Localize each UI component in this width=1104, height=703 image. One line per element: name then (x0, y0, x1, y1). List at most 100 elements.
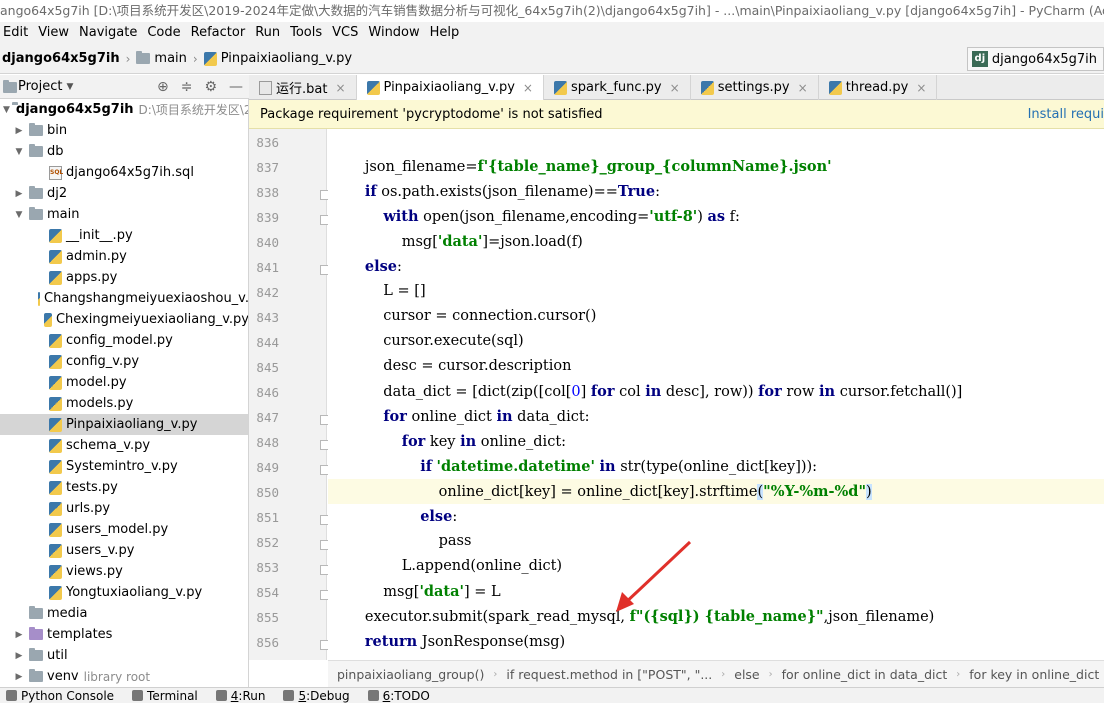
chevron-right-icon[interactable]: ▶ (13, 126, 25, 136)
menu-edit[interactable]: Edit (0, 22, 33, 44)
code-breadcrumb[interactable]: for key in online_dict (960, 667, 1104, 682)
toolwindow-python-console[interactable]: Python Console (6, 689, 114, 703)
code-breadcrumb[interactable]: if request.method in ["POST", "... (497, 667, 721, 682)
chevron-right-icon[interactable]: ▶ (13, 672, 25, 682)
chevron-down-icon[interactable]: ▼ (13, 210, 25, 220)
toolwindow-debug[interactable]: 5: Debug (283, 689, 350, 703)
python-file-icon (49, 438, 62, 453)
menu-run[interactable]: Run (250, 22, 285, 44)
code-line: L.append(online_dict) (328, 558, 563, 574)
menu-navigate[interactable]: Navigate (74, 22, 142, 44)
toolwindow-terminal[interactable]: Terminal (132, 689, 198, 703)
tree-file[interactable]: Yongtuxiaoliang_v.py (0, 582, 248, 603)
python-file-icon (49, 459, 62, 474)
project-view-selector[interactable]: Project (18, 79, 62, 94)
tree-file[interactable]: model.py (0, 372, 248, 393)
line-number: 841 (256, 260, 279, 275)
tree-folder[interactable]: ▶ venv library root (0, 666, 248, 687)
tree-item-label: Pinpaixiaoliang_v.py (66, 417, 198, 432)
tree-file[interactable]: schema_v.py (0, 435, 248, 456)
toolwindow-label: Python Console (21, 688, 115, 703)
tree-item-label: Yongtuxiaoliang_v.py (66, 585, 203, 600)
tree-file[interactable]: __init__.py (0, 225, 248, 246)
tree-file[interactable]: Chexingmeiyuexiaoliang_v.py (0, 309, 248, 330)
code-editor[interactable]: json_filename=f'{table_name}_group_{colu… (328, 129, 1104, 660)
menu-view[interactable]: View (33, 22, 74, 44)
chevron-right-icon[interactable]: ▶ (13, 630, 25, 640)
menu-tools[interactable]: Tools (285, 22, 327, 44)
tree-file[interactable]: Changshangmeiyuexiaoshou_v. (0, 288, 248, 309)
tab-thread-py[interactable]: thread.py × (819, 75, 938, 100)
menu-help[interactable]: Help (425, 22, 465, 44)
close-icon[interactable]: × (335, 81, 345, 95)
tree-file[interactable]: tests.py (0, 477, 248, 498)
close-icon[interactable]: × (523, 81, 533, 95)
tree-file[interactable]: models.py (0, 393, 248, 414)
tree-folder[interactable]: ▶ templates (0, 624, 248, 645)
collapse-all-icon[interactable]: ≑ (181, 79, 193, 95)
python-file-icon (38, 291, 41, 306)
tree-file[interactable]: SQL django64x5g7ih.sql (0, 162, 248, 183)
tree-file[interactable]: views.py (0, 561, 248, 582)
hide-panel-icon[interactable]: — (229, 79, 243, 95)
close-icon[interactable]: × (670, 81, 680, 95)
tree-file[interactable]: config_v.py (0, 351, 248, 372)
tree-file[interactable]: admin.py (0, 246, 248, 267)
python-file-icon (553, 80, 567, 95)
chevron-down-icon[interactable]: ▼ (13, 147, 25, 157)
menu-code[interactable]: Code (142, 22, 185, 44)
install-requirement-link[interactable]: Install requi (1028, 100, 1104, 129)
chevron-right-icon[interactable]: ▶ (13, 651, 25, 661)
settings-gear-icon[interactable]: ⚙ (204, 79, 217, 95)
tab-settings-py[interactable]: settings.py × (691, 75, 819, 100)
line-number: 856 (256, 635, 279, 650)
tree-file[interactable]: config_model.py (0, 330, 248, 351)
navigation-bar: django64x5g7ih › main › Pinpaixiaoliang_… (0, 44, 1104, 74)
chevron-down-icon[interactable]: ▼ (3, 105, 10, 115)
menu-refactor[interactable]: Refactor (186, 22, 251, 44)
folder-icon (29, 186, 43, 199)
line-number: 853 (256, 560, 279, 575)
tree-item-label: django64x5g7ih.sql (66, 165, 194, 180)
close-icon[interactable]: × (916, 81, 926, 95)
toolwindow-run[interactable]: 4: Run (215, 689, 265, 703)
tree-folder[interactable]: ▶ util (0, 645, 248, 666)
tree-file[interactable]: Systemintro_v.py (0, 456, 248, 477)
code-breadcrumb[interactable]: for online_dict in data_dict (773, 667, 957, 682)
tree-file[interactable]: urls.py (0, 498, 248, 519)
python-file-icon (49, 417, 62, 432)
chevron-right-icon[interactable]: ▶ (13, 189, 25, 199)
tree-root[interactable]: ▼ django64x5g7ih D:\项目系统开发区\20 (0, 99, 248, 120)
tab--bat[interactable]: 运行.bat × (249, 75, 357, 100)
locate-file-icon[interactable]: ⊕ (157, 79, 169, 95)
tree-item-label: tests.py (66, 480, 118, 495)
nav-file[interactable]: Pinpaixiaoliang_v.py (203, 51, 352, 66)
tree-file[interactable]: apps.py (0, 267, 248, 288)
toolwindow-todo[interactable]: 6: TODO (367, 689, 430, 703)
tree-file[interactable]: users_v.py (0, 540, 248, 561)
tree-item-label: media (47, 606, 88, 621)
close-icon[interactable]: × (798, 81, 808, 95)
folder-icon (29, 207, 43, 220)
menu-vcs[interactable]: VCS (327, 22, 363, 44)
code-breadcrumb[interactable]: else (725, 667, 768, 682)
tab-pinpaixiaoliang-v-py[interactable]: Pinpaixiaoliang_v.py × (356, 75, 544, 100)
tree-file[interactable]: users_model.py (0, 519, 248, 540)
tree-file[interactable]: Pinpaixiaoliang_v.py (0, 414, 248, 435)
menu-window[interactable]: Window (363, 22, 424, 44)
tab-spark-func-py[interactable]: spark_func.py × (544, 75, 691, 100)
run-config-selector[interactable]: dj django64x5g7ih (966, 47, 1104, 71)
dropdown-arrow-icon[interactable]: ▼ (66, 82, 73, 92)
window-title: ango64x5g7ih [D:\项目系统开发区\2019-2024年定做\大数… (0, 3, 1104, 18)
tree-item-label: venv (47, 669, 79, 684)
folder-icon (29, 606, 43, 619)
tree-folder[interactable]: ▶ dj2 (0, 183, 248, 204)
window-title-bar: ango64x5g7ih [D:\项目系统开发区\2019-2024年定做\大数… (0, 0, 1104, 22)
code-breadcrumb[interactable]: pinpaixiaoliang_group() (328, 667, 493, 682)
tree-folder[interactable]: ▼ db (0, 141, 248, 162)
nav-project[interactable]: django64x5g7ih (2, 51, 120, 66)
tree-folder[interactable]: ▼ main (0, 204, 248, 225)
tree-folder[interactable]: ▶ bin (0, 120, 248, 141)
nav-folder-main[interactable]: main (136, 51, 187, 66)
tree-folder[interactable]: media (0, 603, 248, 624)
